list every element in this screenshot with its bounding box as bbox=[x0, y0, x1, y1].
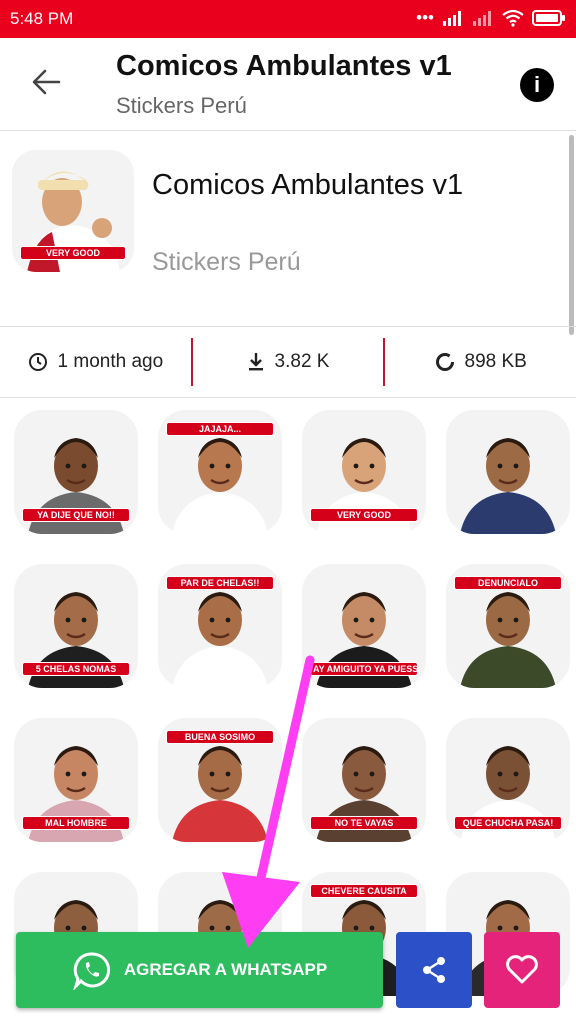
stat-downloads-label: 3.82 K bbox=[274, 351, 330, 372]
size-ring-icon bbox=[435, 353, 454, 371]
add-to-whatsapp-label: AGREGAR A WHATSAPP bbox=[123, 960, 328, 979]
sticker-item[interactable]: 5 CHELAS NOMAS bbox=[14, 564, 138, 688]
sticker-item[interactable]: NO TE VAYAS bbox=[302, 718, 426, 842]
sticker-item[interactable]: PAR DE CHELAS!! bbox=[158, 564, 282, 688]
add-to-whatsapp-button[interactable]: AGREGAR A WHATSAPP bbox=[16, 932, 383, 1008]
sticker-caption: YA DIJE QUE NO!! bbox=[22, 508, 130, 522]
pack-title: Comicos Ambulantes v1 bbox=[152, 169, 464, 201]
share-button[interactable] bbox=[396, 932, 472, 1008]
favorite-button[interactable] bbox=[484, 932, 560, 1008]
app-subtitle: Stickers Perú bbox=[116, 93, 247, 118]
sticker-item[interactable]: MAL HOMBRE bbox=[14, 718, 138, 842]
clock-icon bbox=[28, 353, 47, 371]
sticker-item[interactable]: AY AMIGUITO YA PUESSSS bbox=[302, 564, 426, 688]
arrow-left-icon bbox=[32, 69, 61, 95]
sticker-item[interactable]: QUE CHUCHA PASA! bbox=[446, 718, 570, 842]
whatsapp-icon bbox=[73, 952, 110, 990]
sticker-caption: JAJAJA... bbox=[166, 422, 274, 436]
pack-author: Stickers Perú bbox=[152, 248, 301, 276]
pack-header: VERY GOOD Comicos Ambulantes v1 Stickers… bbox=[0, 130, 576, 326]
sticker-caption: VERY GOOD bbox=[310, 508, 418, 522]
sticker-caption: BUENA SOSIMO bbox=[166, 730, 274, 744]
info-icon: i bbox=[533, 72, 541, 97]
stat-size: 898 KB bbox=[385, 351, 576, 373]
share-icon bbox=[423, 957, 445, 983]
stat-updated-label: 1 month ago bbox=[57, 351, 164, 372]
app-bar: Comicos Ambulantes v1 Stickers Perú i bbox=[0, 38, 576, 131]
sticker-caption: PAR DE CHELAS!! bbox=[166, 576, 274, 590]
sticker-caption: NO TE VAYAS bbox=[310, 816, 418, 830]
stat-updated: 1 month ago bbox=[0, 351, 191, 373]
sticker-caption: DENUNCIALO bbox=[454, 576, 562, 590]
app-title: Comicos Ambulantes v1 bbox=[116, 50, 452, 82]
stat-downloads: 3.82 K bbox=[193, 351, 384, 373]
pack-thumbnail: VERY GOOD bbox=[12, 150, 134, 272]
sticker-item[interactable]: VERY GOOD bbox=[302, 410, 426, 534]
download-icon bbox=[248, 353, 263, 371]
sticker-caption: CHEVERE CAUSITA bbox=[310, 884, 418, 898]
back-button[interactable] bbox=[26, 62, 66, 102]
sticker-item[interactable]: JAJAJA... bbox=[158, 410, 282, 534]
thumb-caption: VERY GOOD bbox=[20, 246, 126, 260]
more-dots-icon: ••• bbox=[416, 8, 434, 27]
battery-icon bbox=[532, 10, 565, 26]
sticker-caption: QUE CHUCHA PASA! bbox=[454, 816, 562, 830]
sticker-caption: 5 CHELAS NOMAS bbox=[22, 662, 130, 676]
signal-icon bbox=[443, 11, 461, 26]
sticker-image bbox=[460, 438, 556, 534]
sticker-item[interactable]: BUENA SOSIMO bbox=[158, 718, 282, 842]
bottom-action-bar: AGREGAR A WHATSAPP bbox=[0, 930, 576, 1010]
sticker-caption: MAL HOMBRE bbox=[22, 816, 130, 830]
pack-stats: 1 month ago 3.82 K 898 KB bbox=[0, 326, 576, 398]
sticker-item[interactable] bbox=[446, 410, 570, 534]
sticker-caption: AY AMIGUITO YA PUESSSS bbox=[310, 662, 418, 676]
info-button[interactable]: i bbox=[520, 68, 554, 102]
status-bar: 5:48 PM ••• bbox=[0, 0, 576, 38]
sticker-item[interactable]: DENUNCIALO bbox=[446, 564, 570, 688]
stat-size-label: 898 KB bbox=[464, 351, 527, 372]
sticker-item[interactable]: YA DIJE QUE NO!! bbox=[14, 410, 138, 534]
wifi-icon bbox=[502, 9, 524, 27]
signal-2-icon bbox=[473, 11, 491, 26]
heart-icon bbox=[506, 955, 538, 984]
status-icons: ••• bbox=[416, 8, 566, 28]
status-time: 5:48 PM bbox=[10, 9, 74, 28]
